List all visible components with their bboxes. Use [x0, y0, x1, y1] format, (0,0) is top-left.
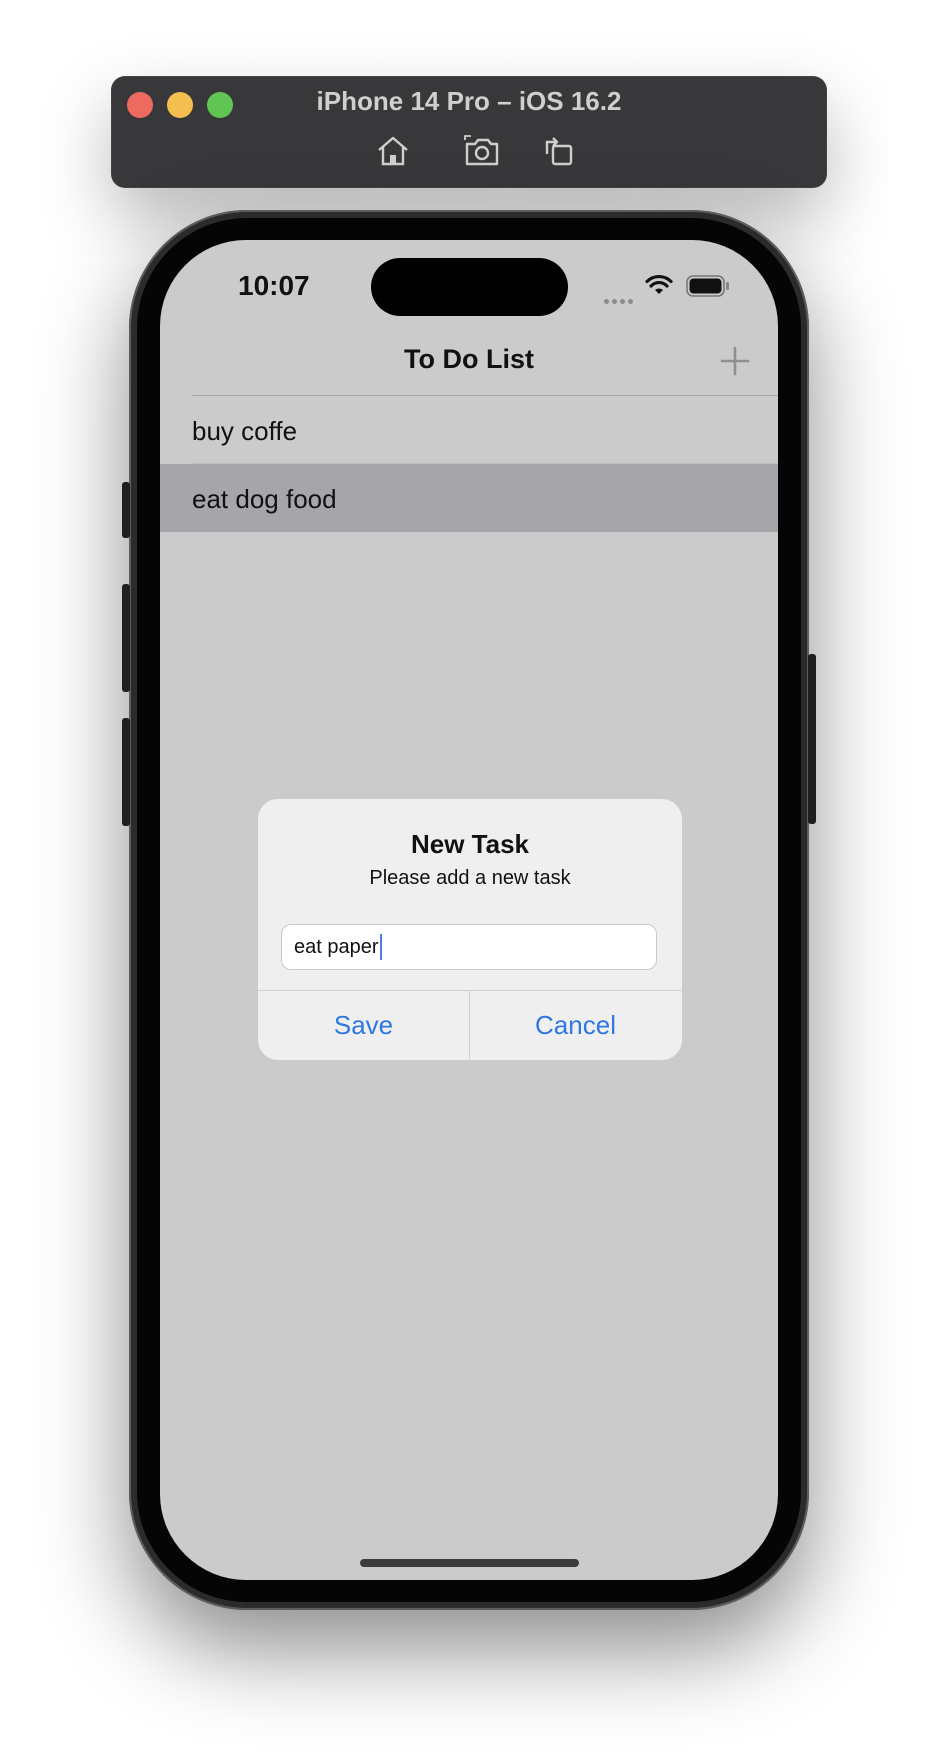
- simulator-title-bar: iPhone 14 Pro – iOS 16.2: [111, 76, 827, 188]
- wifi-icon: [644, 274, 674, 301]
- text-cursor: [379, 934, 382, 960]
- cellular-signal-icon: [604, 291, 636, 309]
- battery-icon: [686, 275, 730, 302]
- list-item-selected[interactable]: eat dog food: [160, 464, 778, 532]
- plus-icon[interactable]: [718, 344, 752, 378]
- list-item[interactable]: buy coffe: [160, 396, 778, 464]
- action-button: [122, 482, 130, 538]
- alert-message: Please add a new task: [369, 867, 571, 889]
- cancel-button[interactable]: Cancel: [470, 991, 681, 1060]
- list-item-label: buy coffe: [192, 416, 298, 446]
- simulator-page: iPhone 14 Pro – iOS 16.2 10:07 To Do Lis…: [0, 0, 938, 1762]
- simulator-title: iPhone 14 Pro – iOS 16.2: [316, 86, 622, 116]
- page-title: To Do List: [404, 344, 534, 374]
- iphone-screen: 10:07 To Do List buy coffe eat dog food …: [160, 240, 778, 1580]
- task-text-field[interactable]: eat paper: [281, 924, 657, 970]
- status-time: 10:07: [238, 270, 310, 301]
- volume-up-button: [122, 584, 130, 692]
- task-text-value: eat paper: [294, 935, 379, 958]
- home-indicator[interactable]: [360, 1559, 579, 1567]
- screenshot-icon[interactable]: [464, 134, 500, 168]
- volume-down-button: [122, 718, 130, 826]
- save-button[interactable]: Save: [258, 991, 469, 1060]
- rotate-icon[interactable]: [541, 134, 577, 168]
- home-icon[interactable]: [375, 134, 411, 168]
- new-task-alert: New Task Please add a new task eat paper…: [258, 799, 682, 1060]
- power-button: [808, 654, 816, 824]
- list-item-label: eat dog food: [192, 484, 337, 514]
- alert-title: New Task: [410, 829, 529, 859]
- dynamic-island: [371, 258, 568, 316]
